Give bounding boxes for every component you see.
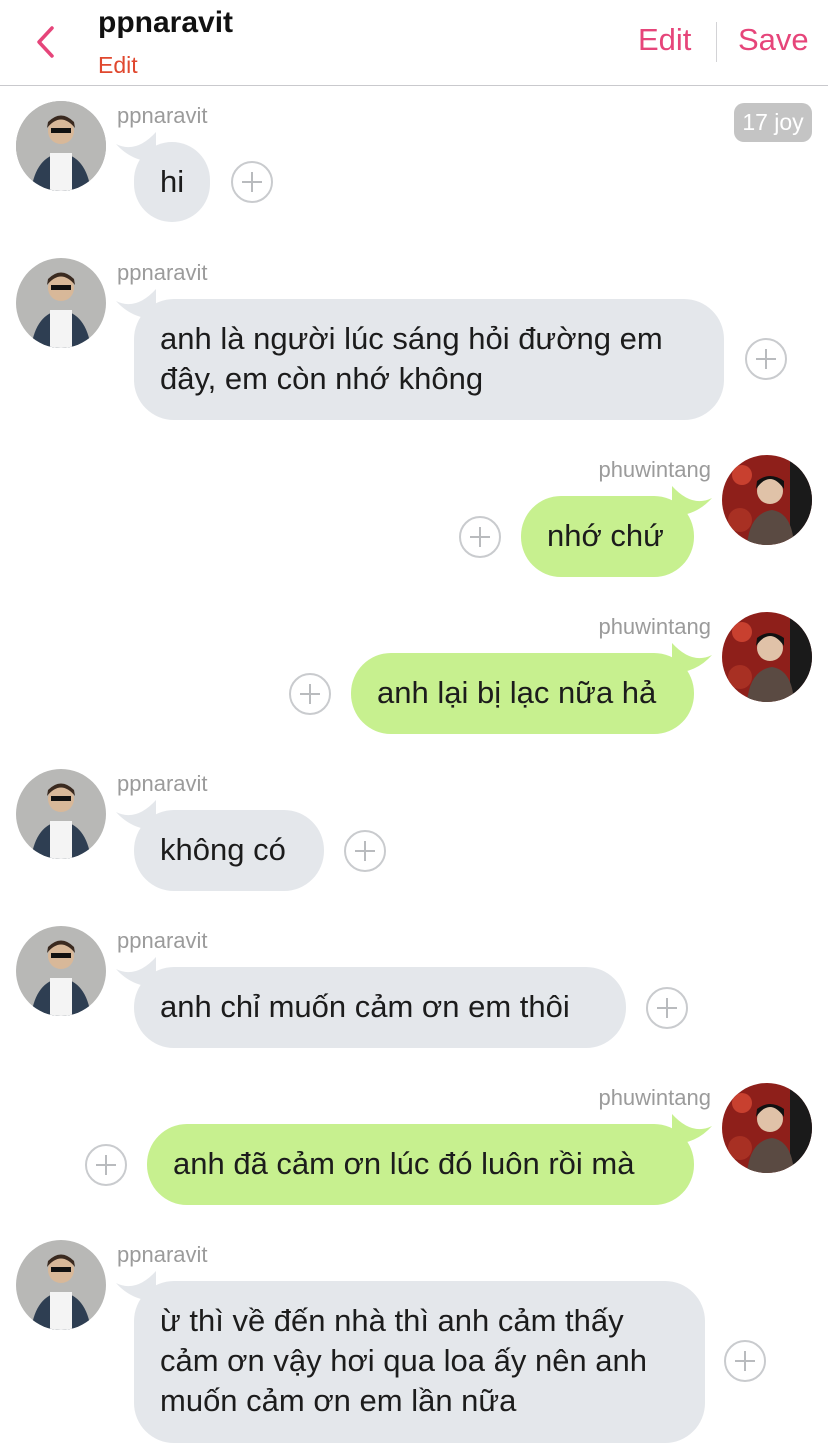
avatar[interactable] <box>722 612 812 702</box>
add-reaction-button[interactable] <box>289 673 331 715</box>
add-reaction-button[interactable] <box>231 161 273 203</box>
back-button[interactable] <box>28 22 62 62</box>
status-badge: 17 joy <box>734 103 812 142</box>
avatar[interactable] <box>16 769 106 859</box>
header-divider <box>716 22 717 62</box>
message-bubble[interactable]: anh đã cảm ơn lúc đó luôn rồi mà <box>147 1124 694 1205</box>
message-bubble[interactable]: không có <box>134 810 324 891</box>
chat-subtitle[interactable]: Edit <box>98 52 138 79</box>
avatar[interactable] <box>16 1240 106 1330</box>
edit-button[interactable]: Edit <box>638 22 691 58</box>
avatar[interactable] <box>16 926 106 1016</box>
sender-name: ppnaravit <box>117 1242 208 1267</box>
message-text: anh chỉ muốn cảm ơn em thôi <box>160 989 570 1024</box>
chevron-left-icon <box>37 26 54 58</box>
sender-name: ppnaravit <box>117 928 208 953</box>
avatar[interactable] <box>722 455 812 545</box>
message-bubble[interactable]: anh là người lúc sáng hỏi đường em đây, … <box>134 299 724 420</box>
sender-name: ppnaravit <box>117 260 208 285</box>
chat-title: ppnaravit <box>98 6 234 39</box>
message-bubble[interactable]: anh lại bị lạc nữa hả <box>351 653 694 734</box>
message-text: không có <box>160 832 286 867</box>
add-reaction-button[interactable] <box>344 830 386 872</box>
save-button[interactable]: Save <box>738 22 809 58</box>
sender-name: ppnaravit <box>117 103 208 128</box>
avatar[interactable] <box>16 258 106 348</box>
message-bubble[interactable]: hi <box>134 142 210 222</box>
avatar[interactable] <box>722 1083 812 1173</box>
message-text: ừ thì về đến nhà thì anh cảm thấy cảm ơn… <box>160 1303 648 1418</box>
add-reaction-button[interactable] <box>459 516 501 558</box>
chat-header: ppnaravit Edit Edit Save <box>0 0 828 86</box>
message-text: hi <box>160 164 185 199</box>
message-bubble[interactable]: anh chỉ muốn cảm ơn em thôi <box>134 967 626 1048</box>
add-reaction-button[interactable] <box>724 1340 766 1382</box>
sender-name: phuwintang <box>598 614 711 639</box>
message-text: anh lại bị lạc nữa hả <box>377 675 657 710</box>
message-text: nhớ chứ <box>547 518 664 553</box>
avatar[interactable] <box>16 101 106 191</box>
message-bubble[interactable]: nhớ chứ <box>521 496 694 577</box>
message-text: anh đã cảm ơn lúc đó luôn rồi mà <box>173 1146 635 1181</box>
sender-name: ppnaravit <box>117 771 208 796</box>
message-bubble[interactable]: ừ thì về đến nhà thì anh cảm thấy cảm ơn… <box>134 1281 705 1443</box>
add-reaction-button[interactable] <box>85 1144 127 1186</box>
sender-name: phuwintang <box>598 1085 711 1110</box>
add-reaction-button[interactable] <box>646 987 688 1029</box>
sender-name: phuwintang <box>598 457 711 482</box>
add-reaction-button[interactable] <box>745 338 787 380</box>
message-text: anh là người lúc sáng hỏi đường em đây, … <box>160 321 663 396</box>
